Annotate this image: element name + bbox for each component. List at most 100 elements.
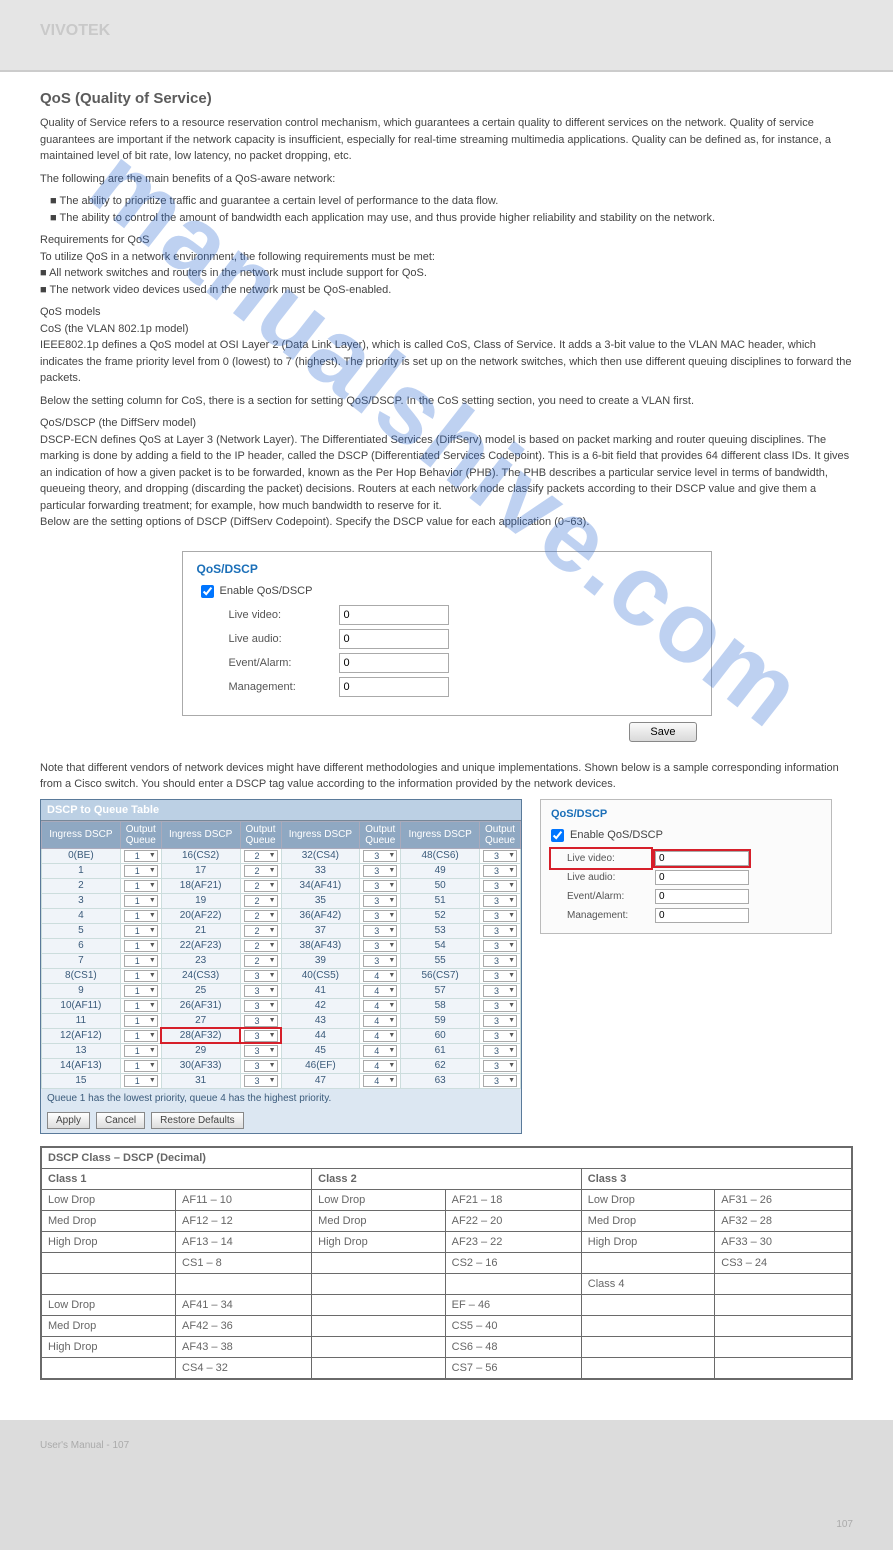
sm-live-video-input[interactable] <box>655 851 749 866</box>
output-queue-select[interactable]: 2▼ <box>244 850 278 862</box>
output-queue-select[interactable]: 1▼ <box>124 1000 158 1012</box>
output-queue-select[interactable]: 3▼ <box>244 985 278 997</box>
output-queue-select[interactable]: 1▼ <box>124 880 158 892</box>
para-7: QoS/DSCP (the DiffServ model)DSCP-ECN de… <box>40 415 853 531</box>
output-queue-select[interactable]: 1▼ <box>124 1075 158 1087</box>
output-queue-select[interactable]: 1▼ <box>124 850 158 862</box>
output-queue-select[interactable]: 4▼ <box>363 985 397 997</box>
footer-band: User's Manual - 107 107 <box>0 1420 893 1550</box>
output-queue-select[interactable]: 3▼ <box>483 955 517 967</box>
output-queue-select[interactable]: 2▼ <box>244 955 278 967</box>
output-queue-select[interactable]: 3▼ <box>244 1075 278 1087</box>
output-queue-select[interactable]: 2▼ <box>244 880 278 892</box>
output-queue-select[interactable]: 3▼ <box>483 1060 517 1072</box>
output-queue-select[interactable]: 1▼ <box>124 940 158 952</box>
qos-panel-small: QoS/DSCP Enable QoS/DSCP Live video: Liv… <box>540 799 832 934</box>
sm-management-label: Management: <box>551 906 651 925</box>
enable-qos-checkbox[interactable] <box>201 585 214 598</box>
dscp-queue-note: Queue 1 has the lowest priority, queue 4… <box>41 1089 521 1108</box>
output-queue-select[interactable]: 3▼ <box>363 940 397 952</box>
output-queue-select[interactable]: 1▼ <box>124 910 158 922</box>
output-queue-select[interactable]: 1▼ <box>124 1030 158 1042</box>
output-queue-select[interactable]: 4▼ <box>363 1030 397 1042</box>
output-queue-select[interactable]: 3▼ <box>244 1030 278 1042</box>
output-queue-select[interactable]: 2▼ <box>244 865 278 877</box>
output-queue-select[interactable]: 3▼ <box>483 910 517 922</box>
output-queue-select[interactable]: 4▼ <box>363 1015 397 1027</box>
sm-live-audio-input[interactable] <box>655 870 749 885</box>
apply-button[interactable]: Apply <box>47 1112 90 1129</box>
footer-text: User's Manual - 107 <box>40 1440 129 1451</box>
output-queue-select[interactable]: 2▼ <box>244 895 278 907</box>
output-queue-select[interactable]: 3▼ <box>483 1030 517 1042</box>
output-queue-select[interactable]: 1▼ <box>124 985 158 997</box>
qos-small-legend: QoS/DSCP <box>551 808 821 820</box>
sm-live-audio-label: Live audio: <box>551 868 651 887</box>
live-audio-input[interactable] <box>339 629 449 649</box>
live-audio-label: Live audio: <box>229 633 339 645</box>
enable-qos-checkbox-small[interactable] <box>551 829 564 842</box>
output-queue-select[interactable]: 3▼ <box>363 925 397 937</box>
output-queue-select[interactable]: 4▼ <box>363 1075 397 1087</box>
output-queue-select[interactable]: 3▼ <box>363 910 397 922</box>
output-queue-select[interactable]: 2▼ <box>244 925 278 937</box>
output-queue-select[interactable]: 3▼ <box>244 1000 278 1012</box>
output-queue-select[interactable]: 1▼ <box>124 955 158 967</box>
output-queue-select[interactable]: 4▼ <box>363 970 397 982</box>
output-queue-select[interactable]: 4▼ <box>363 1060 397 1072</box>
page-number: 107 <box>836 1519 853 1530</box>
save-button[interactable]: Save <box>629 722 696 742</box>
output-queue-select[interactable]: 3▼ <box>483 880 517 892</box>
output-queue-select[interactable]: 3▼ <box>483 970 517 982</box>
output-queue-select[interactable]: 3▼ <box>244 1045 278 1057</box>
output-queue-select[interactable]: 4▼ <box>363 1045 397 1057</box>
dscp-dec-h1: Class 1 <box>41 1168 312 1189</box>
output-queue-select[interactable]: 3▼ <box>483 865 517 877</box>
brand: VIVOTEK <box>0 0 893 62</box>
management-input[interactable] <box>339 677 449 697</box>
dscp-dec-h2: Class 2 <box>312 1168 582 1189</box>
output-queue-select[interactable]: 3▼ <box>483 925 517 937</box>
header-band: VIVOTEK <box>0 0 893 72</box>
sm-event-alarm-label: Event/Alarm: <box>551 887 651 906</box>
output-queue-select[interactable]: 3▼ <box>483 1015 517 1027</box>
live-video-input[interactable] <box>339 605 449 625</box>
output-queue-select[interactable]: 3▼ <box>363 955 397 967</box>
output-queue-select[interactable]: 3▼ <box>363 880 397 892</box>
cancel-button[interactable]: Cancel <box>96 1112 145 1129</box>
output-queue-select[interactable]: 3▼ <box>483 850 517 862</box>
dscp-queue-table-panel: DSCP to Queue Table Ingress DSCPOutput Q… <box>40 799 522 1134</box>
output-queue-select[interactable]: 3▼ <box>363 850 397 862</box>
output-queue-select[interactable]: 3▼ <box>244 1060 278 1072</box>
output-queue-select[interactable]: 1▼ <box>124 970 158 982</box>
output-queue-select[interactable]: 2▼ <box>244 940 278 952</box>
output-queue-select[interactable]: 3▼ <box>244 1015 278 1027</box>
output-queue-select[interactable]: 3▼ <box>483 985 517 997</box>
output-queue-select[interactable]: 3▼ <box>483 1045 517 1057</box>
enable-qos-label: Enable QoS/DSCP <box>220 585 313 597</box>
restore-defaults-button[interactable]: Restore Defaults <box>151 1112 243 1129</box>
dscp-dec-h3: Class 3 <box>581 1168 852 1189</box>
output-queue-select[interactable]: 1▼ <box>124 925 158 937</box>
output-queue-select[interactable]: 2▼ <box>244 910 278 922</box>
event-alarm-input[interactable] <box>339 653 449 673</box>
output-queue-select[interactable]: 4▼ <box>363 1000 397 1012</box>
output-queue-select[interactable]: 1▼ <box>124 1060 158 1072</box>
output-queue-select[interactable]: 1▼ <box>124 865 158 877</box>
output-queue-select[interactable]: 1▼ <box>124 895 158 907</box>
sm-management-input[interactable] <box>655 908 749 923</box>
output-queue-select[interactable]: 3▼ <box>363 895 397 907</box>
event-alarm-label: Event/Alarm: <box>229 657 339 669</box>
output-queue-select[interactable]: 1▼ <box>124 1045 158 1057</box>
output-queue-select[interactable]: 3▼ <box>363 865 397 877</box>
sm-event-alarm-input[interactable] <box>655 889 749 904</box>
output-queue-select[interactable]: 3▼ <box>244 970 278 982</box>
output-queue-select[interactable]: 3▼ <box>483 895 517 907</box>
output-queue-select[interactable]: 3▼ <box>483 1000 517 1012</box>
para-1: Quality of Service refers to a resource … <box>40 115 853 165</box>
para-6: Below the setting column for CoS, there … <box>40 393 853 410</box>
output-queue-select[interactable]: 3▼ <box>483 1075 517 1087</box>
output-queue-select[interactable]: 3▼ <box>483 940 517 952</box>
dscp-queue-table: Ingress DSCPOutput QueueIngress DSCPOutp… <box>41 821 521 1089</box>
output-queue-select[interactable]: 1▼ <box>124 1015 158 1027</box>
